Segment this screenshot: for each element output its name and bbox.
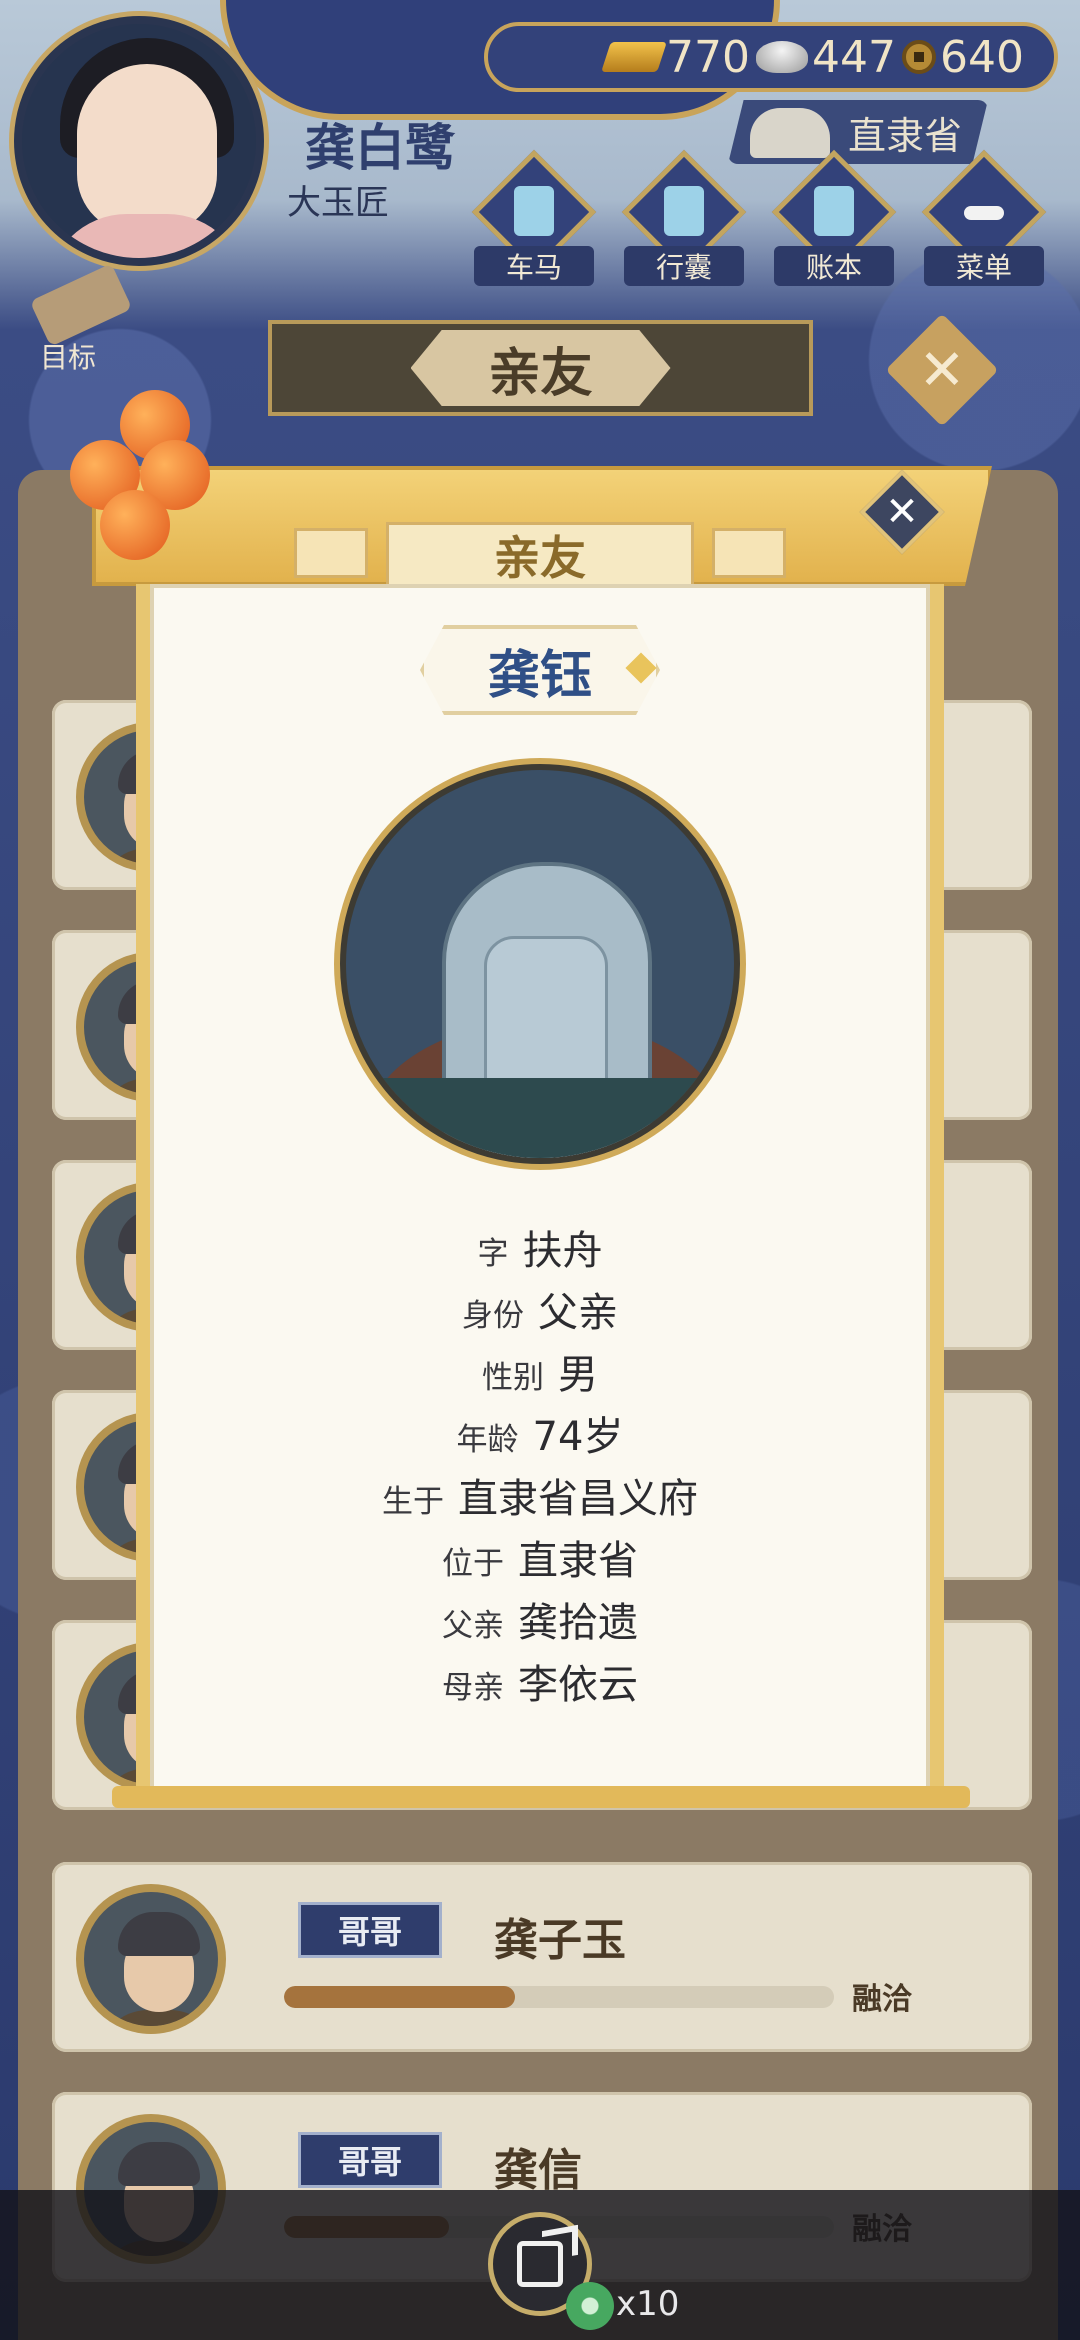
player-avatar[interactable] xyxy=(14,16,264,266)
detail-key: 父亲 xyxy=(442,1608,504,1644)
detail-key: 生于 xyxy=(382,1484,444,1520)
detail-row: 身份 父亲 xyxy=(136,1280,944,1342)
detail-value: 直隶省 xyxy=(518,1538,638,1584)
gold-currency: 770 xyxy=(601,31,751,83)
bag-icon xyxy=(664,186,704,236)
detail-row: 字 扶舟 xyxy=(136,1218,944,1280)
relative-row[interactable]: 哥哥 龚子玉 融洽 xyxy=(52,1862,1032,2052)
affinity-label: 融洽 xyxy=(852,1982,912,2017)
detail-row: 母亲 李依云 xyxy=(136,1652,944,1714)
modal-header-ornament xyxy=(712,528,786,578)
detail-value: 男 xyxy=(558,1352,598,1398)
detail-row: 性别 男 xyxy=(136,1342,944,1404)
coin-currency: 640 xyxy=(902,32,1024,83)
detail-value: 74岁 xyxy=(532,1414,624,1460)
coin-amount: 640 xyxy=(940,31,1024,83)
persimmon-decoration xyxy=(60,390,280,590)
menu-label: 菜单 xyxy=(924,246,1044,286)
person-name-plate: 龚钰 xyxy=(420,625,660,715)
goal-button[interactable]: 目标 xyxy=(20,263,133,380)
goal-label: 目标 xyxy=(40,341,97,374)
menu-ledger-button[interactable]: 账本 xyxy=(771,149,897,292)
menu-dots-icon xyxy=(964,206,1004,220)
modal-bottom-rod xyxy=(112,1786,970,1808)
currency-bar: 770 447 640 xyxy=(484,22,1058,92)
close-icon: ✕ xyxy=(885,489,919,535)
detail-value: 龚拾遗 xyxy=(518,1600,638,1646)
section-title: 亲友 xyxy=(410,330,671,406)
relative-name: 龚子玉 xyxy=(494,1915,626,1966)
detail-key: 身份 xyxy=(462,1298,524,1334)
avatar-face xyxy=(77,64,217,234)
silver-currency: 447 xyxy=(756,32,896,83)
menu-label: 账本 xyxy=(774,246,894,286)
detail-row: 位于 直隶省 xyxy=(136,1528,944,1590)
person-portrait xyxy=(340,764,740,1164)
carriage-icon xyxy=(514,186,554,236)
location-icon xyxy=(750,108,830,158)
detail-value: 李依云 xyxy=(518,1662,638,1708)
menu-label: 行囊 xyxy=(624,246,744,286)
affinity-fill xyxy=(284,1986,515,2008)
person-details: 字 扶舟 身份 父亲 性别 男 年龄 74岁 生于 直隶省昌义府 位于 直隶省 … xyxy=(136,1218,944,1714)
gold-ingot-icon xyxy=(601,42,667,72)
detail-key: 母亲 xyxy=(442,1670,504,1706)
person-name: 龚钰 xyxy=(487,644,592,706)
gold-amount: 770 xyxy=(666,31,751,83)
grass xyxy=(346,1078,734,1158)
menu-bag-button[interactable]: 行囊 xyxy=(621,149,747,292)
share-icon xyxy=(517,2241,563,2287)
detail-row: 年龄 74岁 xyxy=(136,1404,944,1466)
ledger-icon xyxy=(814,186,854,236)
modal-title: 亲友 xyxy=(386,522,694,588)
detail-key: 位于 xyxy=(442,1546,504,1582)
detail-row: 父亲 龚拾遗 xyxy=(136,1590,944,1652)
detail-key: 字 xyxy=(477,1236,509,1272)
detail-key: 性别 xyxy=(482,1360,544,1396)
detail-row: 生于 直隶省昌义府 xyxy=(136,1466,944,1528)
relation-tag: 哥哥 xyxy=(298,2132,442,2188)
silver-amount: 447 xyxy=(812,31,897,83)
menu-main-button[interactable]: 菜单 xyxy=(921,149,1047,292)
relative-portrait xyxy=(76,1884,226,2034)
menu-carriage-button[interactable]: 车马 xyxy=(471,149,597,292)
relation-tag: 哥哥 xyxy=(298,1902,442,1958)
silver-ingot-icon xyxy=(756,41,809,73)
close-icon: ✕ xyxy=(918,337,966,403)
copper-coin-icon xyxy=(902,40,937,74)
detail-value: 直隶省昌义府 xyxy=(458,1476,698,1522)
player-name: 龚白鹭 xyxy=(305,118,455,177)
detail-key: 年龄 xyxy=(456,1422,519,1458)
close-section-button[interactable]: ✕ xyxy=(885,313,999,427)
top-menu: 车马 行囊 账本 菜单 xyxy=(471,149,1047,292)
reward-count: x10 xyxy=(616,2284,680,2324)
player-title: 大玉匠 xyxy=(287,183,389,223)
detail-value: 父亲 xyxy=(538,1290,618,1336)
detail-value: 扶舟 xyxy=(522,1228,603,1274)
modal-header-ornament xyxy=(294,528,368,578)
location-label: 直隶省 xyxy=(848,113,963,158)
affinity-bar xyxy=(284,1986,834,2008)
jade-reward-icon xyxy=(566,2282,614,2330)
relative-name: 龚信 xyxy=(494,2145,582,2196)
section-header: 亲友 xyxy=(268,320,813,416)
menu-label: 车马 xyxy=(474,246,594,286)
